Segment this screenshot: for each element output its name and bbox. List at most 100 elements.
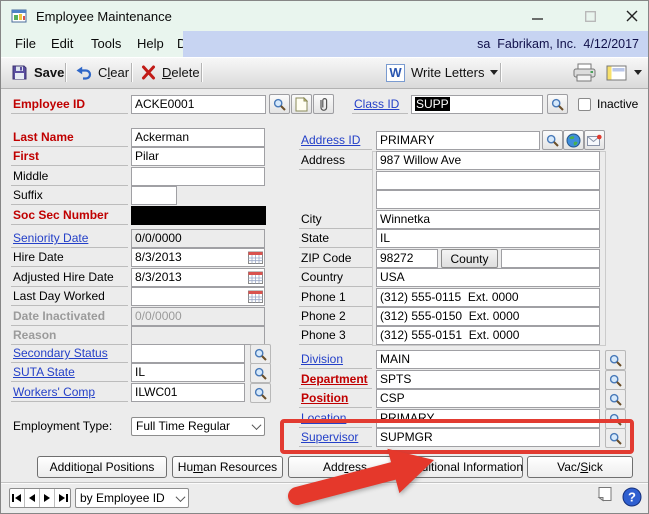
adjusted-hire-date-field[interactable]: 8/3/2013 <box>131 268 265 287</box>
next-record-button[interactable] <box>40 489 55 507</box>
maximize-icon <box>584 10 596 22</box>
zip-code-field[interactable]: 98272 <box>376 249 438 268</box>
write-letters-button[interactable]: W Write Letters <box>386 57 499 88</box>
employee-id-field[interactable]: ACKE0001 <box>131 95 266 114</box>
delete-button[interactable]: Delete <box>141 57 200 88</box>
minimize-button[interactable] <box>521 1 553 31</box>
location-lookup-button[interactable] <box>605 409 626 429</box>
last-record-button[interactable] <box>55 489 70 507</box>
maximize-button[interactable] <box>574 1 606 31</box>
calendar-icon <box>247 251 263 264</box>
previous-record-icon <box>29 494 35 502</box>
county-button[interactable]: County <box>441 249 498 268</box>
hire-date-field[interactable]: 8/3/2013 <box>131 248 265 267</box>
county-field[interactable] <box>501 249 600 268</box>
write-letters-dropdown-icon[interactable] <box>490 70 499 75</box>
print-options-button[interactable] <box>606 57 642 88</box>
position-label[interactable]: Position <box>301 390 348 407</box>
first-record-button[interactable] <box>10 489 25 507</box>
suta-state-label[interactable]: SUTA State <box>13 364 75 381</box>
location-field[interactable]: PRIMARY <box>376 409 600 428</box>
human-resources-button[interactable]: Hu m an Resources <box>172 456 283 478</box>
secondary-status-field[interactable] <box>131 344 245 363</box>
previous-record-button[interactable] <box>25 489 40 507</box>
print-options-dropdown-icon[interactable] <box>634 70 642 75</box>
last-day-worked-calendar-button[interactable] <box>247 289 263 303</box>
address-line3-field[interactable] <box>376 190 600 209</box>
employee-id-lookup-button[interactable] <box>269 94 290 114</box>
supervisor-field[interactable]: SUPMGR <box>376 428 600 447</box>
middle-name-field[interactable] <box>131 167 265 186</box>
menu-help[interactable]: Help <box>131 31 170 57</box>
first-record-icon <box>12 494 21 502</box>
last-name-field[interactable]: Ackerman <box>131 128 265 147</box>
print-button[interactable] <box>572 57 598 88</box>
country-field[interactable]: USA <box>376 268 600 287</box>
phone3-field[interactable]: (312) 555-0151 Ext. 0000 <box>376 326 600 345</box>
map-address-button[interactable] <box>584 130 605 150</box>
seniority-date-label[interactable]: Seniority Date <box>13 230 88 247</box>
workers-comp-field[interactable]: ILWC01 <box>131 383 245 402</box>
position-field[interactable]: CSP <box>376 389 600 408</box>
prompt-underline <box>299 325 372 326</box>
state-field[interactable]: IL <box>376 229 600 248</box>
class-id-field[interactable]: SUPP <box>411 95 543 114</box>
hire-date-calendar-button[interactable] <box>247 250 263 264</box>
division-field[interactable]: MAIN <box>376 350 600 369</box>
workers-comp-label[interactable]: Workers' Comp <box>13 384 95 401</box>
supervisor-lookup-button[interactable] <box>605 428 626 448</box>
ssn-field-redacted[interactable] <box>131 206 266 225</box>
menu-tools[interactable]: Tools <box>85 31 127 57</box>
additional-information-button[interactable]: Additional Information <box>407 456 523 478</box>
svg-text:?: ? <box>628 490 636 505</box>
address-id-lookup-button[interactable] <box>542 130 563 150</box>
workers-comp-lookup-button[interactable] <box>250 383 271 403</box>
suta-state-lookup-button[interactable] <box>250 363 271 383</box>
write-letters-label: Write Letters <box>411 65 485 80</box>
secondary-status-label[interactable]: Secondary Status <box>13 345 108 362</box>
phone2-field[interactable]: (312) 555-0150 Ext. 0000 <box>376 307 600 326</box>
note-button[interactable] <box>291 94 312 114</box>
supervisor-label[interactable]: Supervisor <box>301 429 358 446</box>
phone1-field[interactable]: (312) 555-0115 Ext. 0000 <box>376 288 600 307</box>
city-field[interactable]: Winnetka <box>376 210 600 229</box>
internet-addresses-button[interactable] <box>563 130 584 150</box>
adjusted-hire-date-calendar-button[interactable] <box>247 270 263 284</box>
first-name-field[interactable]: Pilar <box>131 147 265 166</box>
menu-edit[interactable]: Edit <box>45 31 79 57</box>
window-notes-button[interactable] <box>596 486 613 509</box>
inactive-checkbox[interactable] <box>578 98 591 111</box>
help-button[interactable]: ? <box>622 487 642 512</box>
class-id-label[interactable]: Class ID <box>354 96 399 113</box>
prompt-underline <box>11 165 128 166</box>
address-line1-field[interactable]: 987 Willow Ave <box>376 151 600 170</box>
seniority-date-field[interactable]: 0/0/0000 <box>131 229 265 248</box>
department-field[interactable]: SPTS <box>376 370 600 389</box>
secondary-status-lookup-button[interactable] <box>250 344 271 364</box>
attachment-button[interactable] <box>313 94 334 114</box>
save-button[interactable]: Save <box>11 57 64 88</box>
address-id-label[interactable]: Address ID <box>301 132 360 149</box>
address-id-field[interactable]: PRIMARY <box>376 131 540 150</box>
menu-file[interactable]: File <box>9 31 42 57</box>
address-line2-field[interactable] <box>376 171 600 190</box>
division-lookup-button[interactable] <box>605 350 626 370</box>
vac-sick-button[interactable]: Vac/Sick <box>527 456 633 478</box>
suffix-field[interactable] <box>131 186 177 205</box>
lookup-icon <box>254 387 267 400</box>
division-label[interactable]: Division <box>301 351 343 368</box>
last-day-worked-field[interactable] <box>131 287 265 306</box>
clear-button[interactable]: Clear <box>75 57 129 88</box>
employment-type-dropdown[interactable]: Full Time Regular <box>131 417 265 436</box>
additional-positions-button[interactable]: Additio n al Positions <box>37 456 167 478</box>
department-label[interactable]: Department <box>301 371 368 388</box>
sort-by-dropdown[interactable]: by Employee ID <box>75 488 189 508</box>
employment-type-label: Employment Type: <box>13 419 113 433</box>
address-button[interactable]: Add r ess <box>288 456 402 478</box>
class-id-lookup-button[interactable] <box>547 94 568 114</box>
position-lookup-button[interactable] <box>605 389 626 409</box>
close-button[interactable] <box>616 1 648 31</box>
suta-state-field[interactable]: IL <box>131 363 245 382</box>
location-label[interactable]: Location <box>301 410 346 427</box>
department-lookup-button[interactable] <box>605 370 626 390</box>
